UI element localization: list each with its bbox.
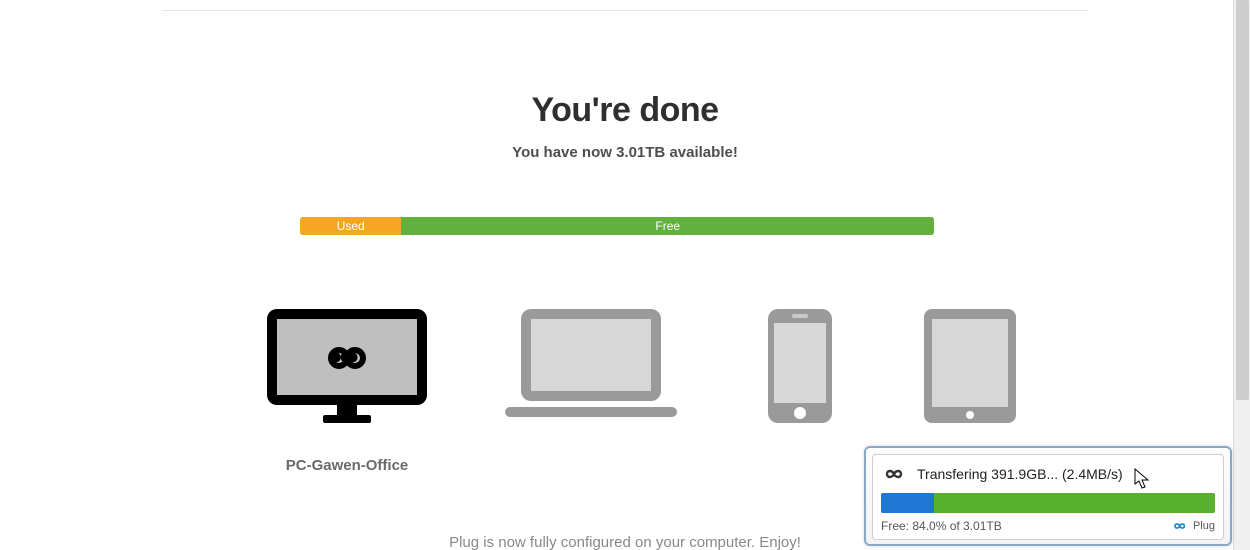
transfer-popup: Transfering 391.9GB... (2.4MB/s) Free: 8… [864, 446, 1232, 546]
storage-bar: Used Free [300, 217, 934, 235]
device-desktop[interactable]: PC-Gawen-Office [252, 309, 442, 474]
infinity-icon [1173, 520, 1189, 532]
scrollbar-thumb[interactable] [1236, 0, 1249, 400]
brand-text: Plug [1193, 520, 1215, 532]
device-laptop[interactable] [496, 309, 686, 474]
subtitle-prefix: You have now [512, 144, 616, 161]
divider [162, 10, 1088, 11]
popup-progress-bar [881, 493, 1215, 513]
transfer-popup-inner: Transfering 391.9GB... (2.4MB/s) Free: 8… [872, 454, 1224, 540]
device-phone[interactable] [740, 309, 860, 474]
page-title: You're done [162, 91, 1088, 130]
popup-status-text: Transfering 391.9GB... (2.4MB/s) [917, 466, 1123, 482]
infinity-icon [885, 465, 907, 483]
popup-free-text: Free: 84.0% of 3.01TB [881, 519, 1002, 533]
phone-icon [768, 309, 832, 423]
popup-progress-used [881, 493, 934, 513]
brand-badge: Plug [1173, 520, 1215, 532]
desktop-icon [267, 309, 427, 423]
laptop-icon [505, 309, 677, 423]
popup-header: Transfering 391.9GB... (2.4MB/s) [881, 461, 1215, 493]
device-label: PC-Gawen-Office [286, 457, 409, 474]
storage-used-segment: Used [300, 217, 401, 235]
subtitle: You have now 3.01TB available! [162, 144, 1088, 161]
subtitle-amount: 3.01TB [616, 144, 665, 161]
page-scrollbar[interactable] [1233, 0, 1250, 550]
storage-free-segment: Free [401, 217, 934, 235]
subtitle-suffix: available! [665, 144, 738, 161]
popup-footer: Free: 84.0% of 3.01TB Plug [881, 519, 1215, 533]
tablet-icon [924, 309, 1016, 423]
